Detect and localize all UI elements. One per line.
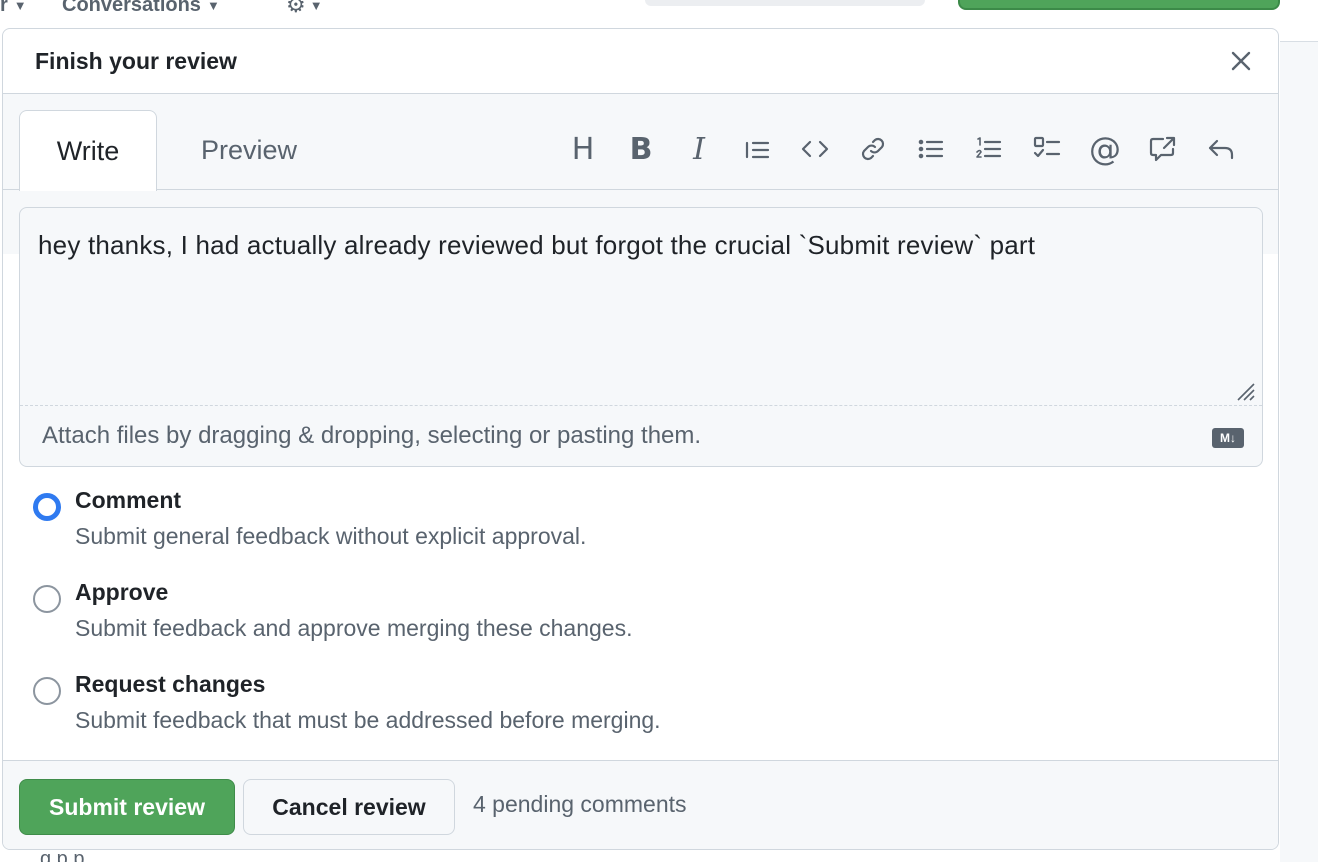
caret-down-icon: ▼: [309, 0, 323, 13]
cross-reference-icon: [1149, 136, 1176, 162]
request-changes-radio[interactable]: [33, 677, 61, 705]
tab-preview[interactable]: Preview: [171, 110, 327, 191]
option-label: Request changes: [75, 671, 266, 697]
caret-down-icon: ▼: [206, 0, 220, 13]
conversations-label: Conversations: [62, 0, 201, 16]
pending-comments-count: 4 pending comments: [473, 791, 687, 817]
dialog-title: Finish your review: [35, 47, 237, 74]
option-label: Comment: [75, 487, 182, 513]
markdown-toolbar: H B I @: [563, 129, 1259, 169]
dialog-header: Finish your review: [3, 29, 1278, 94]
option-description: Submit feedback that must be addressed b…: [75, 707, 661, 733]
attach-files-hint[interactable]: Attach files by dragging & dropping, sel…: [42, 422, 701, 450]
ordered-list-icon: [976, 137, 1002, 158]
approve-radio[interactable]: [33, 585, 61, 613]
reply-icon: [1208, 139, 1234, 160]
italic-button[interactable]: I: [679, 129, 719, 169]
link-button[interactable]: [853, 129, 893, 169]
heading-icon: H: [571, 131, 595, 167]
code-icon: [801, 140, 829, 158]
option-description: Submit feedback and approve merging thes…: [75, 615, 633, 641]
resize-handle-icon[interactable]: [1232, 378, 1256, 402]
unordered-list-button[interactable]: [911, 129, 951, 169]
tab-write[interactable]: Write: [19, 110, 157, 191]
background-panel: [1280, 42, 1318, 862]
link-icon: [861, 137, 885, 161]
quote-button[interactable]: [737, 129, 777, 169]
submit-review-button[interactable]: Submit review: [19, 779, 235, 835]
task-list-button[interactable]: [1027, 129, 1067, 169]
italic-icon: I: [693, 131, 705, 167]
finish-review-dialog: Finish your review Write Preview H B I @…: [2, 28, 1279, 850]
background-search-input[interactable]: [645, 0, 925, 6]
gear-icon: ⚙: [286, 0, 306, 17]
ordered-list-button[interactable]: [969, 129, 1009, 169]
heading-button[interactable]: H: [563, 129, 603, 169]
markdown-icon[interactable]: M↓: [1212, 428, 1244, 448]
background-nav-label: r: [0, 0, 8, 16]
dialog-footer: Submit review Cancel review 4 pending co…: [3, 760, 1278, 849]
background-review-button[interactable]: [958, 0, 1280, 10]
background-text: g p p: [40, 848, 85, 862]
comment-radio[interactable]: [33, 493, 61, 521]
bold-button[interactable]: B: [621, 129, 661, 169]
cancel-review-button[interactable]: Cancel review: [243, 779, 455, 835]
settings-menu[interactable]: ⚙ ▼: [286, 0, 323, 18]
option-label: Approve: [75, 579, 169, 605]
conversations-filter[interactable]: Conversations ▼: [62, 0, 220, 17]
option-description: Submit general feedback without explicit…: [75, 523, 587, 549]
mention-icon: @: [1089, 130, 1121, 168]
code-button[interactable]: [795, 129, 835, 169]
cross-reference-button[interactable]: [1143, 129, 1183, 169]
close-icon: [1231, 51, 1251, 71]
unordered-list-icon: [918, 139, 944, 159]
close-button[interactable]: [1226, 46, 1256, 76]
background-nav-item[interactable]: r ▼: [0, 0, 27, 17]
quote-icon: [745, 141, 770, 159]
bold-icon: B: [629, 131, 653, 167]
mention-button[interactable]: @: [1085, 129, 1125, 169]
comment-textbox[interactable]: hey thanks, I had actually already revie…: [19, 207, 1263, 467]
saved-replies-button[interactable]: [1201, 129, 1241, 169]
editor-tabbar: Write Preview H B I @: [3, 94, 1278, 191]
task-list-icon: [1033, 136, 1061, 158]
comment-textarea[interactable]: hey thanks, I had actually already revie…: [20, 208, 1262, 406]
caret-down-icon: ▼: [13, 0, 27, 13]
